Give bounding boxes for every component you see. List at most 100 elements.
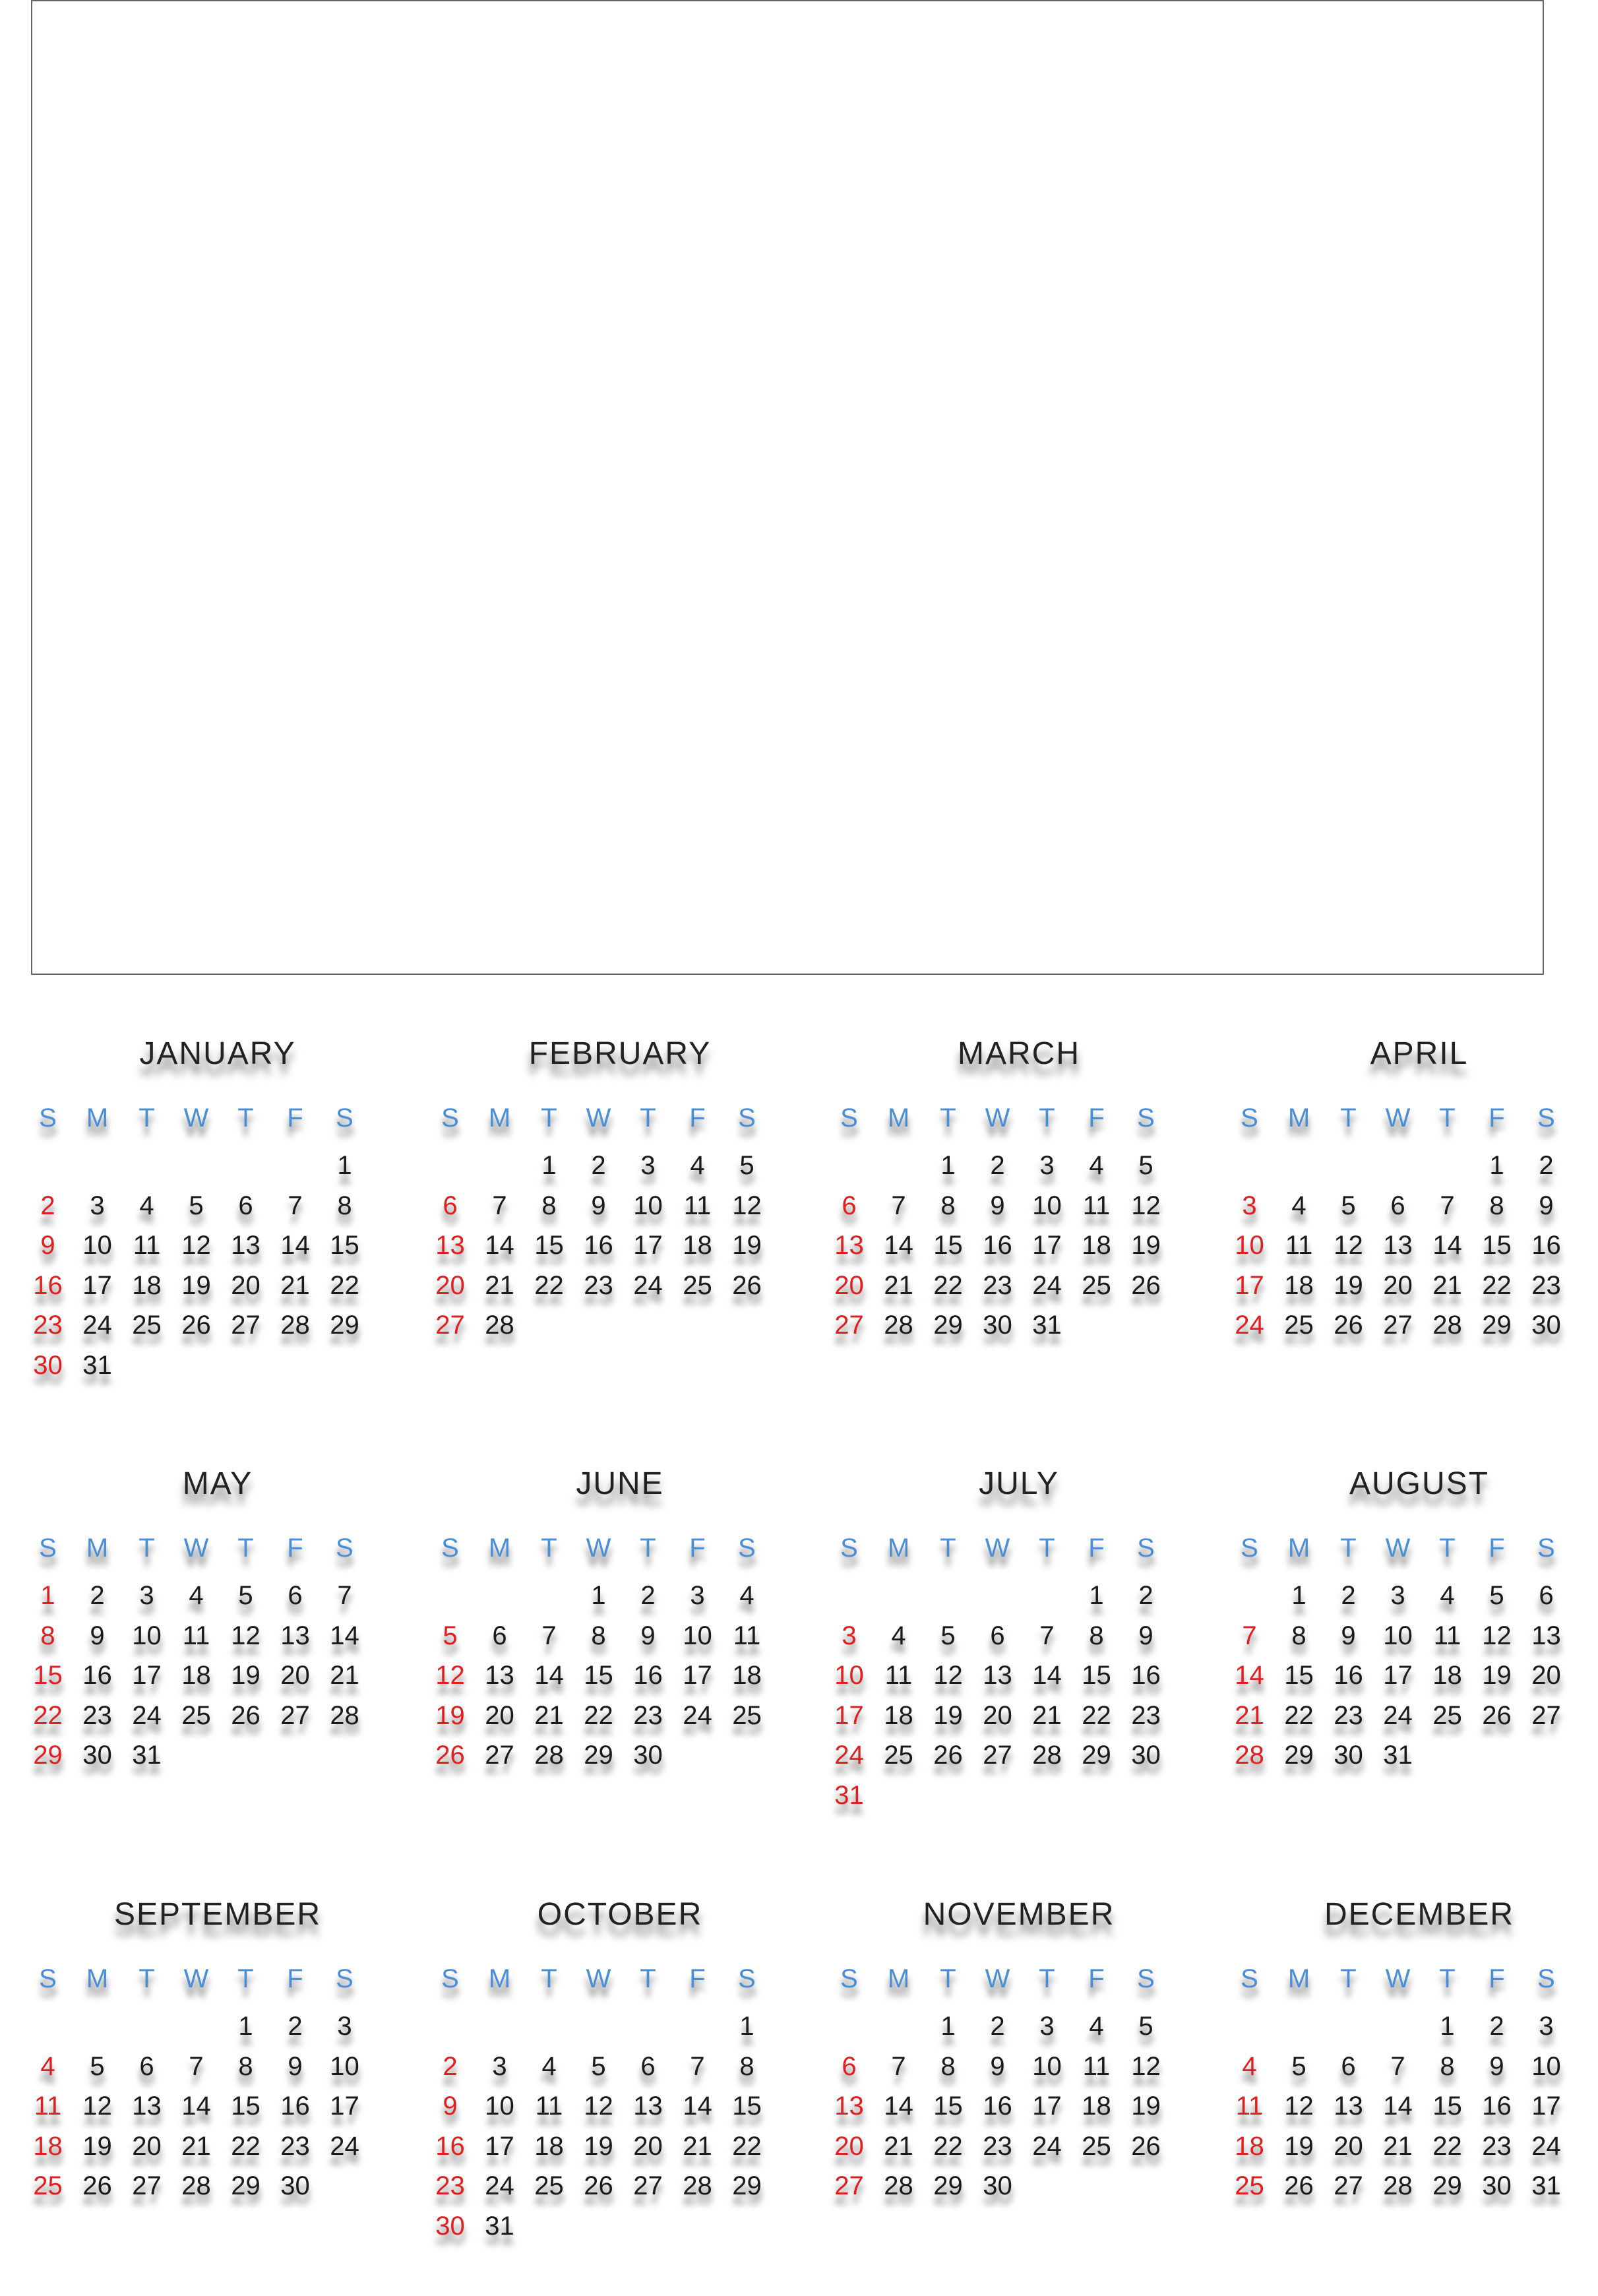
day-cell: 14	[485, 1231, 514, 1260]
day-cell: 18	[132, 1270, 162, 1300]
day-cell: 9	[90, 1621, 105, 1650]
weekday-label: S	[39, 1534, 57, 1563]
day-cell: 31	[132, 1741, 162, 1770]
day-cell: 4	[1291, 1191, 1306, 1220]
day-cell: 4	[1089, 2012, 1104, 2041]
month-august: AUGUST S M T W T F S 1 2 3 4 5 6 7 8 9 10 11 12 13 14 15 16 17 18…	[1225, 1466, 1598, 1835]
day-cell: 23	[33, 1311, 63, 1340]
day-cell: 11	[182, 1621, 210, 1650]
day-cell: 28	[485, 1311, 514, 1340]
day-cell: 9	[591, 1191, 606, 1220]
day-cell: 1	[940, 2012, 956, 2041]
day-cell: 3	[492, 2051, 507, 2081]
day-cell: 11	[34, 2092, 62, 2121]
day-cell: 26	[1482, 1700, 1512, 1730]
day-cell: 21	[1432, 1270, 1462, 1300]
month-december: DECEMBER S M T W T F S 1 2 3 4 5 6 7 8 9 10 11 12 13 14 15 16 17…	[1225, 1896, 1598, 2266]
weekday-label: S	[39, 1964, 57, 1993]
day-cell: 27	[1531, 1700, 1561, 1730]
day-cell: 24	[82, 1311, 112, 1340]
weekday-label: T	[237, 1964, 254, 1993]
month-march: MARCH S M T W T F S 1 2 3 4 5 6 7 8 9 10 11 12 13 14 15 16 17 18 1…	[824, 1036, 1214, 1405]
weekday-label: T	[138, 1103, 155, 1132]
day-cell: 14	[1432, 1231, 1462, 1260]
weekday-label: W	[183, 1103, 209, 1132]
day-cell: 28	[884, 2171, 913, 2200]
day-cell: 19	[732, 1231, 762, 1260]
day-cell: 10	[330, 2051, 359, 2081]
day-cell: 23	[435, 2171, 465, 2200]
weekday-label: T	[640, 1103, 656, 1132]
day-cell: 16	[633, 1661, 663, 1690]
day-cell: 1	[591, 1581, 606, 1610]
day-cell: 23	[1131, 1700, 1161, 1730]
weekday-label: F	[689, 1534, 706, 1563]
day-cell: 20	[834, 2131, 864, 2161]
day-cell: 26	[82, 2171, 112, 2200]
day-cell: 6	[640, 2051, 656, 2081]
day-cell: 25	[884, 1741, 913, 1770]
day-cell: 26	[1284, 2171, 1314, 2200]
day-cell: 9	[1341, 1621, 1356, 1650]
day-cell: 5	[189, 1191, 204, 1220]
day-cell: 16	[1531, 1231, 1561, 1260]
day-cell: 8	[1440, 2051, 1455, 2081]
day-cell: 18	[683, 1231, 712, 1260]
day-cell: 17	[1383, 1661, 1413, 1690]
day-cell: 17	[834, 1700, 864, 1730]
day-cell: 30	[1131, 1741, 1161, 1770]
day-cell: 24	[330, 2131, 359, 2161]
weekday-label: T	[940, 1534, 956, 1563]
day-cell: 27	[1334, 2171, 1363, 2200]
weekday-label: S	[1241, 1964, 1258, 1993]
day-cell: 5	[238, 1581, 253, 1610]
day-cell: 24	[1032, 1270, 1062, 1300]
day-cell: 19	[1131, 2092, 1161, 2121]
day-cell: 17	[1032, 1231, 1062, 1260]
day-cell: 18	[1432, 1661, 1462, 1690]
day-cell: 18	[534, 2131, 564, 2161]
day-cell: 6	[288, 1581, 303, 1610]
day-cell: 10	[132, 1621, 162, 1650]
weekday-label: T	[1340, 1534, 1357, 1563]
day-cell: 13	[485, 1661, 514, 1690]
month-november: NOVEMBER S M T W T F S 1 2 3 4 5 6 7 8 9 10 11 12 13 14 15 16 17…	[824, 1896, 1214, 2266]
day-cell: 15	[330, 1231, 359, 1260]
weekday-label: T	[237, 1103, 254, 1132]
day-cell: 13	[231, 1231, 261, 1260]
day-cell: 7	[891, 2051, 906, 2081]
day-cell: 16	[280, 2092, 310, 2121]
weekday-label: W	[1385, 1103, 1411, 1132]
day-cell: 10	[82, 1231, 112, 1260]
day-cell: 14	[330, 1621, 359, 1650]
day-cell: 28	[1032, 1741, 1062, 1770]
day-cell: 25	[181, 1700, 211, 1730]
day-cell: 9	[990, 1191, 1005, 1220]
day-cell: 28	[181, 2171, 211, 2200]
day-cell: 9	[640, 1621, 656, 1650]
day-cell: 30	[435, 2211, 465, 2241]
weekday-label: T	[1039, 1534, 1055, 1563]
day-cell: 13	[435, 1231, 465, 1260]
day-cell: 6	[842, 2051, 857, 2081]
day-cell: 21	[884, 2131, 913, 2161]
weekday-label: W	[183, 1534, 209, 1563]
day-cell: 7	[541, 1621, 557, 1650]
weekday-label: S	[840, 1103, 858, 1132]
weekday-label: M	[86, 1103, 109, 1132]
day-cell: 15	[584, 1661, 613, 1690]
day-cell: 15	[231, 2092, 261, 2121]
day-cell: 27	[485, 1741, 514, 1770]
month-title: JUNE	[576, 1466, 664, 1501]
month-june: JUNE S M T W T F S 1 2 3 4 5 6 7 8 9 10 11 12 13 14 15 16 17 18 19…	[425, 1466, 814, 1835]
day-cell: 8	[940, 1191, 956, 1220]
day-cell: 18	[33, 2131, 63, 2161]
day-cell: 30	[983, 2171, 1012, 2200]
day-cell: 4	[739, 1581, 754, 1610]
weekday-label: F	[287, 1964, 303, 1993]
day-cell: 26	[1131, 2131, 1161, 2161]
day-cell: 23	[1531, 1270, 1561, 1300]
day-cell: 29	[933, 1311, 963, 1340]
day-cell: 5	[739, 1151, 754, 1180]
day-cell: 24	[1032, 2131, 1062, 2161]
